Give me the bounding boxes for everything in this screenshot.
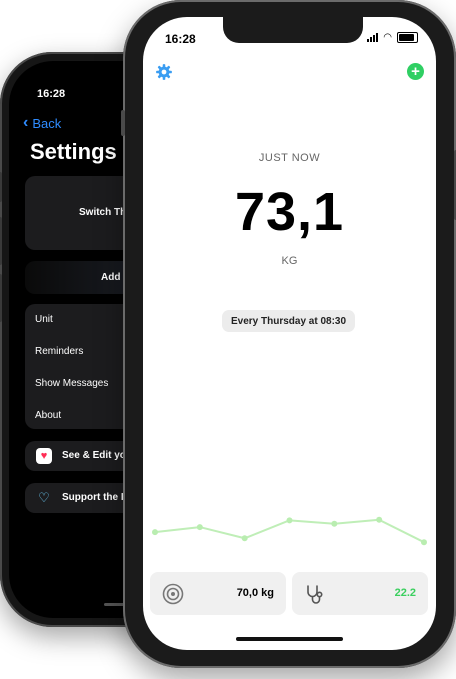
trend-point	[196, 524, 203, 531]
last-entry-label: JUST NOW	[258, 152, 321, 164]
target-icon	[162, 583, 184, 605]
trend-segment	[289, 519, 335, 525]
target-weight-value: 70,0 kg	[236, 587, 274, 599]
trend-segment	[199, 526, 245, 540]
health-row-label: See & Edit yo	[62, 450, 126, 461]
trend-point	[286, 517, 293, 524]
list-item-about[interactable]: About	[35, 410, 61, 421]
home-indicator	[236, 637, 343, 641]
list-item-show-messages[interactable]: Show Messages	[35, 378, 108, 389]
tooth-icon: ♡	[38, 490, 50, 505]
signal-icon	[367, 33, 379, 42]
bmi-value: 22.2	[394, 587, 416, 599]
gear-icon[interactable]	[155, 63, 173, 81]
bmi-card[interactable]: 22.2	[292, 572, 428, 615]
trend-segment	[244, 519, 290, 540]
status-time: 16:28	[165, 32, 196, 46]
trend-point	[152, 529, 158, 536]
page-title: Settings	[30, 139, 117, 164]
trend-point	[331, 520, 338, 527]
support-row-label: Support the I	[62, 492, 124, 503]
volume-up-button	[0, 217, 2, 265]
battery-icon	[397, 32, 418, 43]
status-time: 16:28	[37, 88, 66, 100]
switch-card-label: Switch Th	[79, 207, 127, 218]
trend-segment	[154, 526, 200, 534]
plus-circle-icon[interactable]: +	[407, 63, 424, 80]
mute-switch	[121, 110, 125, 136]
reminder-chip[interactable]: Every Thursday at 08:30	[222, 310, 355, 332]
trend-point	[421, 539, 427, 546]
list-item-unit[interactable]: Unit	[35, 314, 53, 325]
chevron-left-icon: ‹	[23, 114, 29, 131]
trend-point	[376, 516, 383, 523]
notch	[223, 17, 363, 43]
target-weight-card[interactable]: 70,0 kg	[150, 572, 286, 615]
mute-switch	[0, 172, 2, 202]
weight-screen: 16:28 ◠ + JUST NOW 73,1 KG Every Thursda…	[143, 17, 436, 650]
weight-unit: KG	[281, 255, 298, 267]
back-button[interactable]: ‹ Back	[23, 115, 61, 131]
list-item-reminders[interactable]: Reminders	[35, 346, 83, 357]
status-icons: ◠	[367, 32, 418, 43]
heart-icon: ♥	[36, 448, 52, 464]
back-label: Back	[32, 115, 62, 131]
trend-segment	[334, 518, 380, 525]
wifi-icon: ◠	[383, 31, 392, 43]
trend-point	[241, 535, 248, 542]
current-weight: 73,1	[234, 182, 345, 242]
stethoscope-icon	[307, 585, 323, 604]
trend-segment	[378, 518, 425, 544]
volume-down-button	[0, 274, 2, 322]
front-phone-frame: 16:28 ◠ + JUST NOW 73,1 KG Every Thursda…	[121, 0, 456, 668]
weight-trend-chart	[152, 516, 427, 546]
